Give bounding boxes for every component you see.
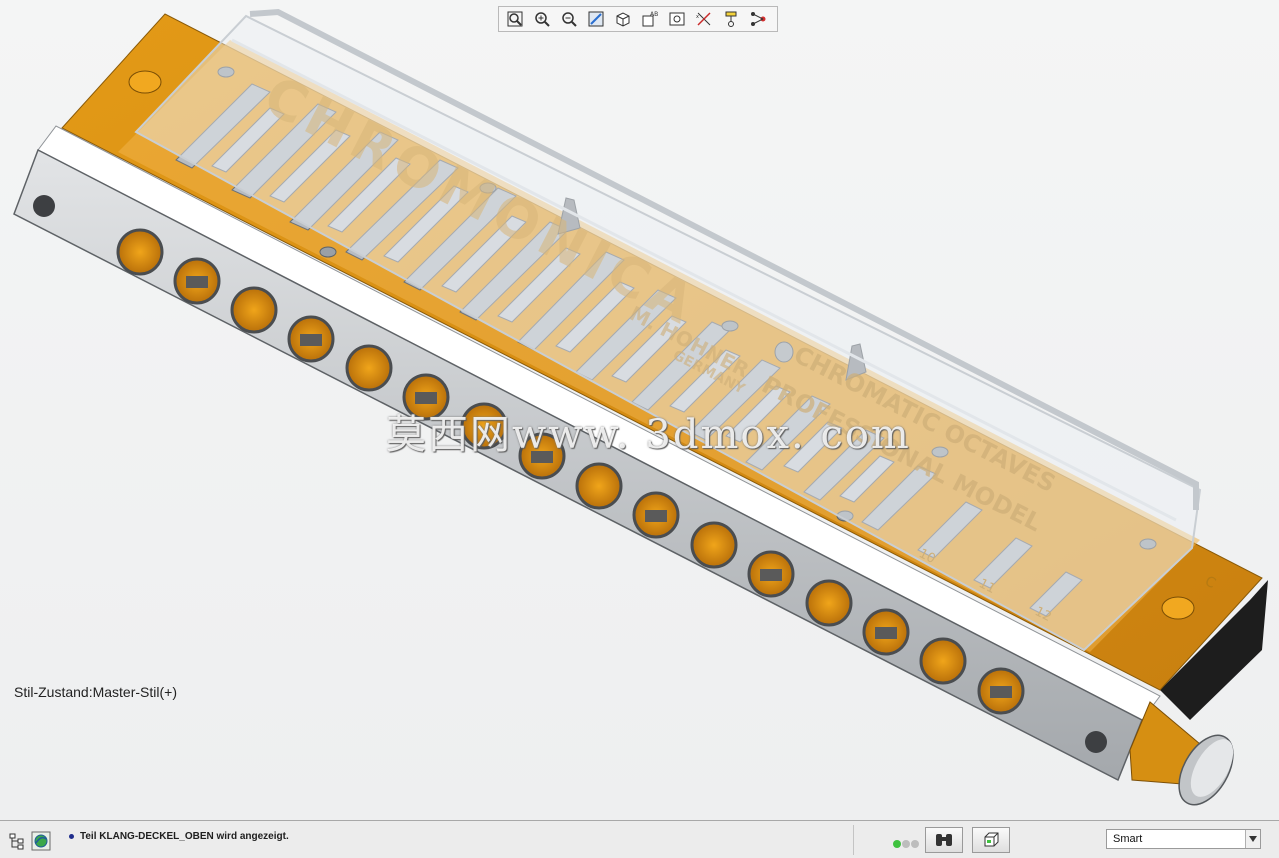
chevron-down-icon[interactable] <box>1245 830 1260 848</box>
datum-display-button[interactable]: x <box>691 8 716 30</box>
graphics-window[interactable]: CHROMONICA CHROMATIC OCTAVES PROFESSIONA… <box>0 0 1279 820</box>
view-manager-button[interactable] <box>664 8 689 30</box>
status-light-grey-icon <box>902 840 910 848</box>
saved-views-button[interactable]: AB <box>637 8 662 30</box>
svg-text:x: x <box>696 14 699 20</box>
zoom-in-icon <box>534 12 550 27</box>
filter-value: Smart <box>1113 833 1143 845</box>
status-bar: Teil KLANG-DECKEL_OBEN wird angezeigt. S… <box>0 820 1279 858</box>
zoom-in-button[interactable] <box>529 8 554 30</box>
saved-views-icon: AB <box>642 11 658 27</box>
status-message: Teil KLANG-DECKEL_OBEN wird angezeigt. <box>80 831 289 842</box>
refit-button[interactable] <box>502 8 527 30</box>
spin-center-icon <box>750 12 765 26</box>
selection-filter-dropdown[interactable]: Smart <box>1106 829 1261 849</box>
model-tree-toggle[interactable] <box>6 830 28 852</box>
annotation-display-button[interactable] <box>718 8 743 30</box>
status-light-grey-icon <box>911 840 919 848</box>
datum-display-icon: x <box>696 12 711 26</box>
browser-globe-icon <box>31 831 51 851</box>
style-state-label: Stil-Zustand:Master-Stil(+) <box>14 684 177 700</box>
zoom-out-icon <box>561 12 577 27</box>
message-bullet-icon <box>69 834 74 839</box>
browser-toggle[interactable] <box>30 830 52 852</box>
watermark-text: 莫西网www. 3dmox. com <box>386 412 911 458</box>
annotation-display-icon <box>725 11 736 27</box>
zoom-out-button[interactable] <box>556 8 581 30</box>
view-manager-icon <box>669 12 684 26</box>
selection-filter-button[interactable] <box>972 827 1010 853</box>
box-selection-icon <box>984 832 999 847</box>
status-light-green-icon <box>893 840 901 848</box>
status-separator <box>853 825 854 855</box>
regeneration-status-lights <box>893 835 920 853</box>
find-button[interactable] <box>925 827 963 853</box>
model-tree-icon <box>9 833 24 850</box>
view-toolbar: AB x <box>498 6 778 32</box>
svg-text:AB: AB <box>650 11 658 18</box>
repaint-icon <box>588 11 603 27</box>
spin-center-button[interactable] <box>745 8 770 30</box>
refit-icon <box>507 11 522 27</box>
repaint-button[interactable] <box>583 8 608 30</box>
binoculars-icon <box>936 834 952 846</box>
display-style-button[interactable] <box>610 8 635 30</box>
display-style-icon <box>616 12 629 27</box>
